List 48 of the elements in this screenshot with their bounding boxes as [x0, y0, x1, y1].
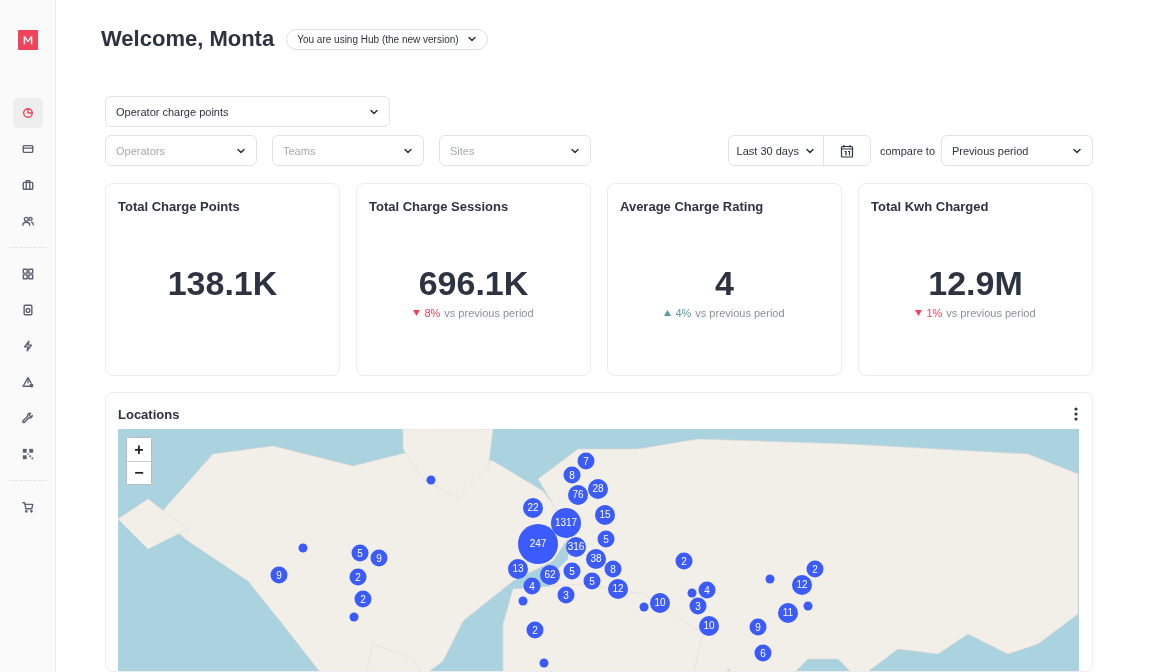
compare-dropdown[interactable]: Previous period [941, 135, 1093, 166]
page-title: Welcome, Monta [101, 26, 275, 52]
warning-icon [21, 376, 34, 388]
sidebar-nav-button[interactable] [12, 98, 43, 128]
card-icon [21, 143, 34, 155]
delta-percent: 1% [926, 307, 943, 319]
charger-icon [21, 304, 34, 316]
chevron-down-icon [466, 34, 477, 44]
pie-chart-icon [21, 107, 34, 119]
delta-text: vs previous period [444, 307, 534, 319]
wrench-icon [21, 412, 34, 424]
view-dropdown[interactable]: Operator charge points [105, 96, 390, 127]
kpi-title: Total Charge Points [118, 199, 240, 214]
lightning-icon [21, 340, 34, 352]
kpi-value: 12.9M [928, 264, 1023, 303]
map-marker[interactable] [803, 601, 813, 611]
logo-icon [17, 30, 38, 50]
delta-text: vs previous period [695, 307, 785, 319]
map-marker[interactable] [687, 588, 697, 598]
map-marker[interactable] [518, 596, 528, 606]
map-marker[interactable] [298, 543, 308, 553]
zoom-out-button[interactable]: − [127, 461, 151, 484]
card-title: Locations [118, 406, 180, 422]
kpi-value: 696.1K [418, 264, 529, 303]
qr-code-icon [21, 448, 34, 460]
grid-icon [21, 268, 34, 280]
calendar-icon [839, 143, 854, 158]
kpi-value: 138.1K [167, 264, 278, 303]
delta-percent: 4% [675, 307, 692, 319]
map-marker[interactable] [765, 574, 775, 584]
kpi-title: Total Charge Sessions [369, 199, 509, 214]
delta-percent: 8% [424, 307, 441, 319]
briefcase-icon [21, 179, 34, 191]
users-icon [21, 215, 34, 227]
kebab-icon [1074, 406, 1078, 422]
compare-label: compare to [879, 144, 935, 157]
map-marker[interactable] [349, 612, 359, 622]
map-marker[interactable] [639, 602, 649, 612]
kpi-title: Total Kwh Charged [871, 199, 989, 214]
kpi-title: Average Charge Rating [620, 199, 764, 214]
map-marker[interactable] [539, 658, 549, 668]
delta-text: vs previous period [946, 307, 1036, 319]
version-selector[interactable]: You are using Hub (the new version) [286, 28, 488, 50]
map-marker[interactable] [426, 475, 436, 485]
cart-icon [21, 501, 34, 513]
more-options-button[interactable] [1072, 406, 1080, 422]
kpi-value: 4 [715, 264, 734, 303]
date-range-dropdown[interactable]: Last 30 days [728, 136, 824, 165]
